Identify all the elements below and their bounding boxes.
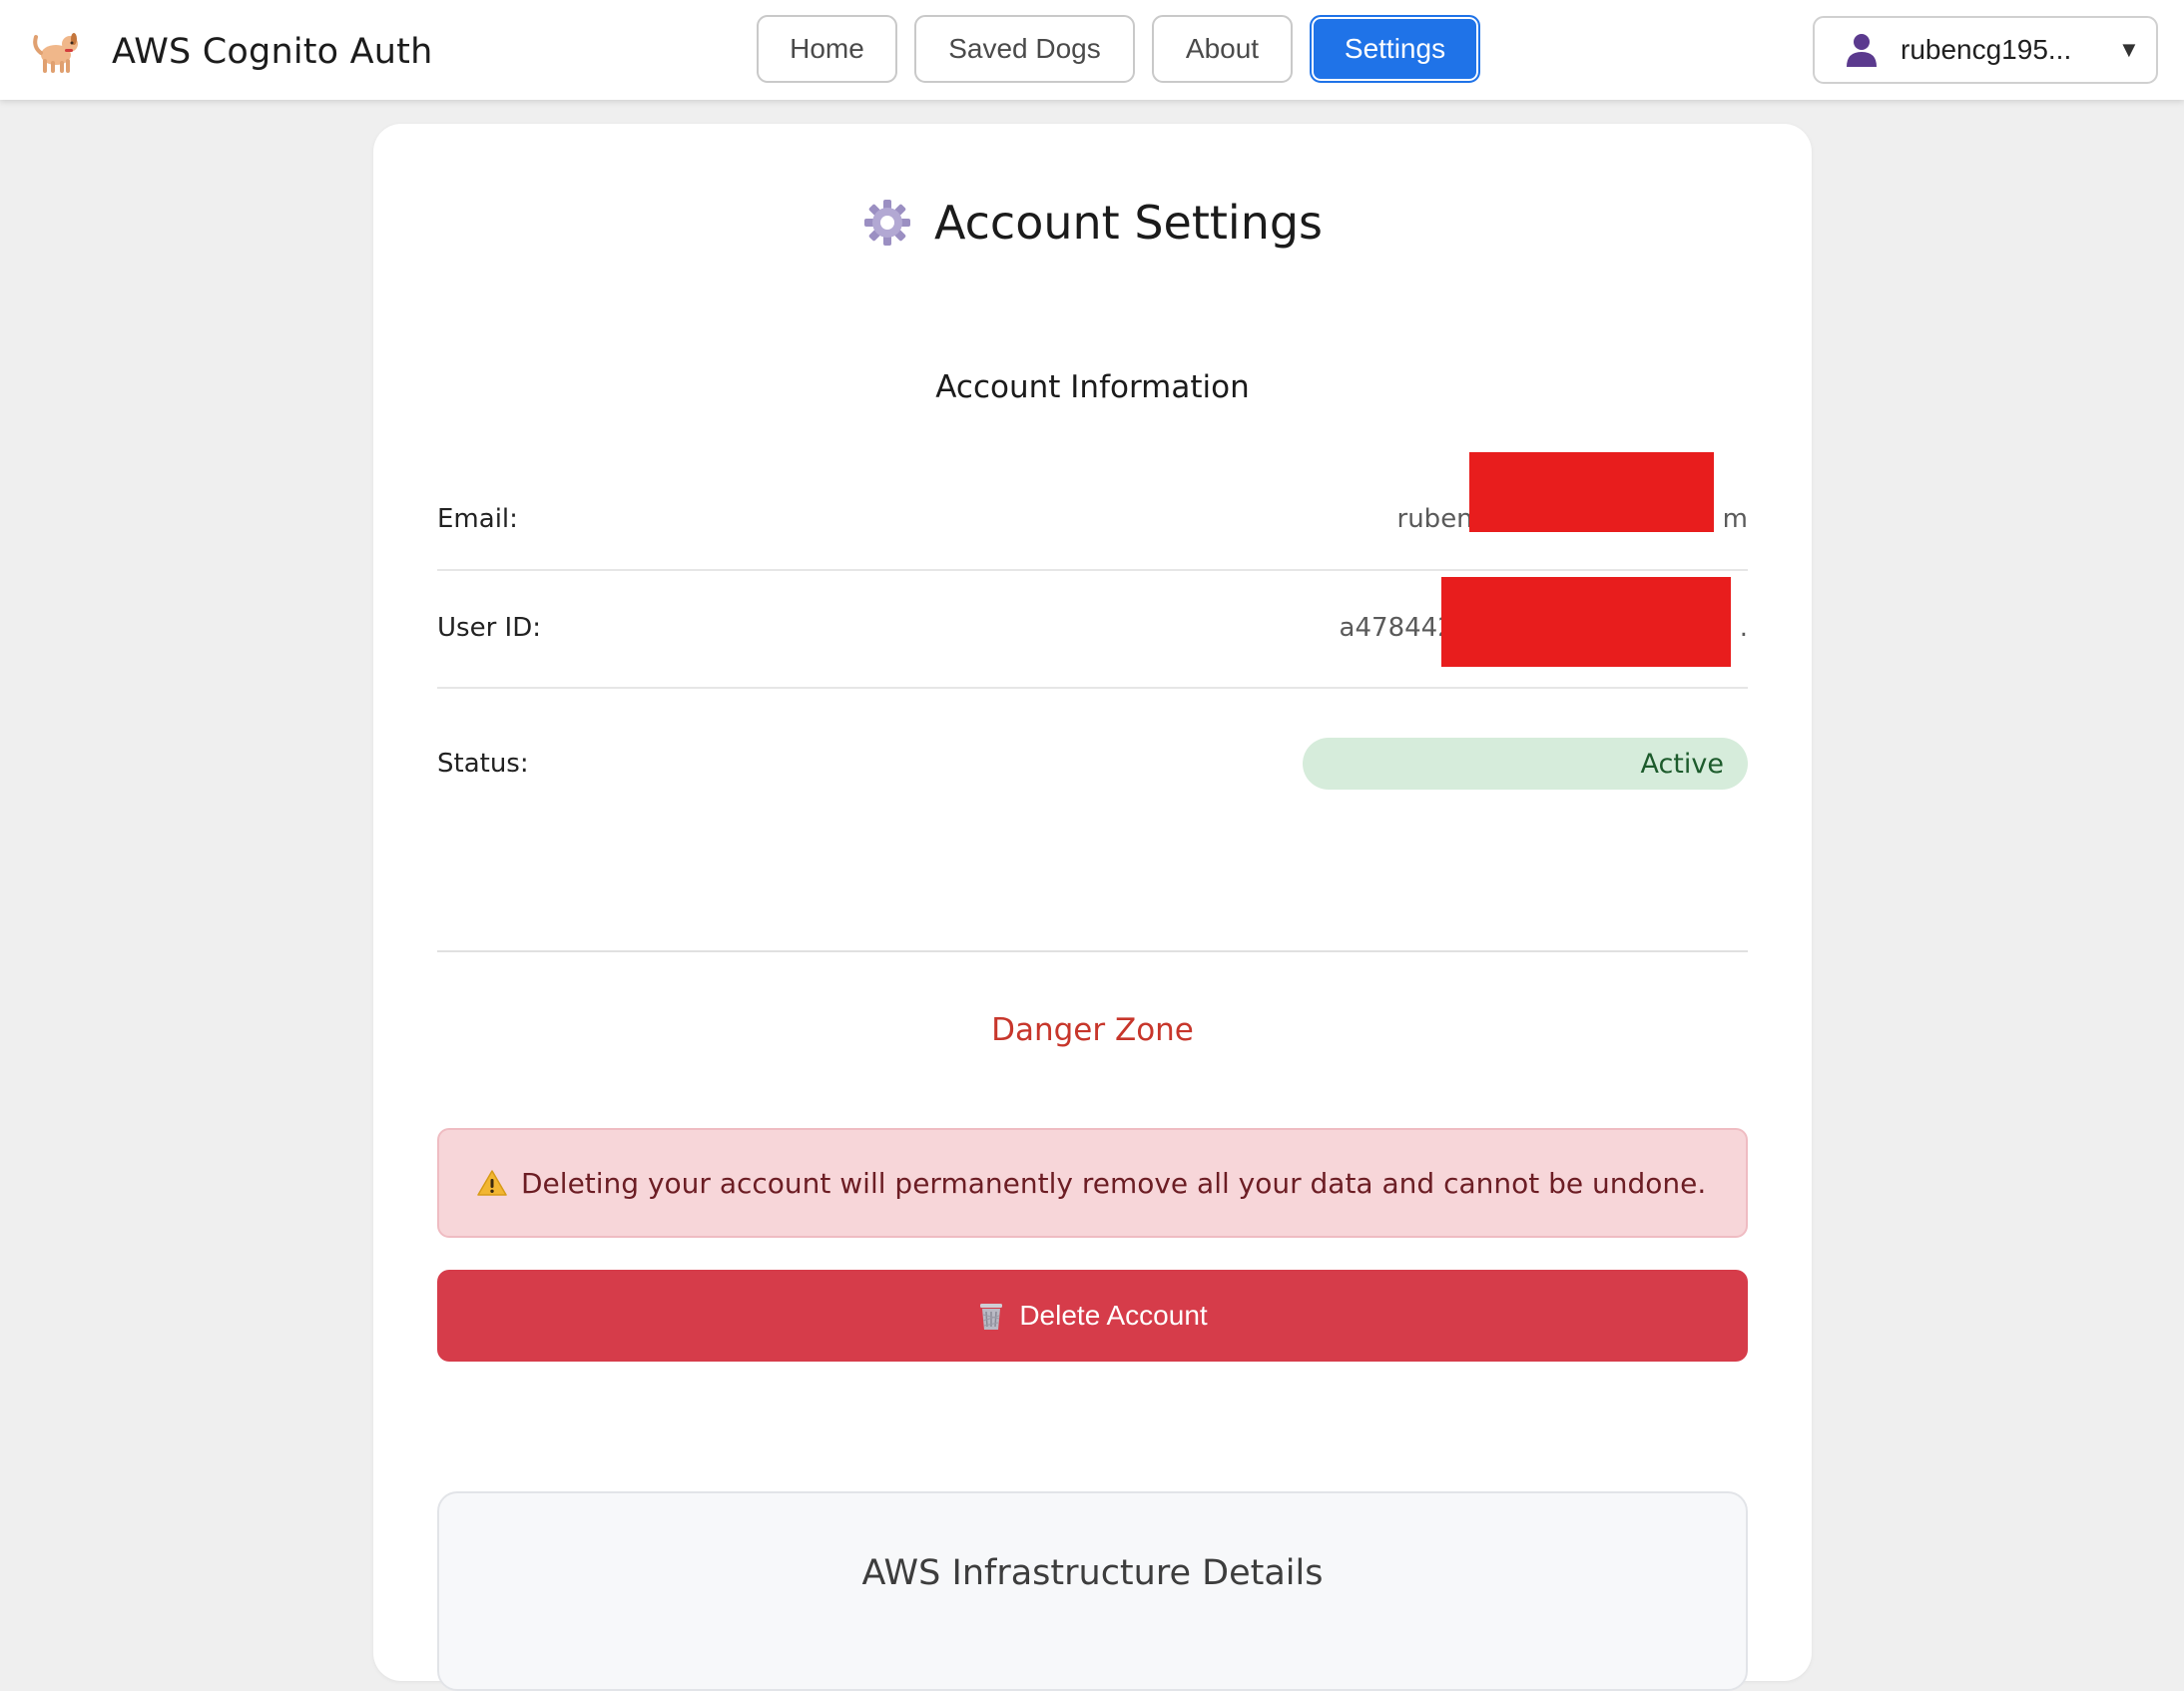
top-navigation-bar: AWS Cognito Auth Home Saved Dogs About S… [0, 0, 2184, 100]
nav-settings-button[interactable]: Settings [1310, 15, 1480, 83]
user-id-value-start: a478442 [1339, 613, 1454, 643]
user-id-row: User ID: a478442. [437, 569, 1748, 689]
nav-saved-dogs-button[interactable]: Saved Dogs [914, 15, 1135, 83]
delete-warning-alert: Deleting your account will permanently r… [437, 1128, 1748, 1238]
delete-account-button[interactable]: Delete Account [437, 1270, 1748, 1362]
email-value-start: ruben [1396, 504, 1473, 534]
account-information-heading: Account Information [935, 369, 1250, 405]
aws-infrastructure-title: AWS Infrastructure Details [861, 1553, 1324, 1593]
brand[interactable]: AWS Cognito Auth [30, 24, 432, 80]
redaction-box [1468, 452, 1714, 532]
page-title: Account Settings [373, 196, 1812, 250]
danger-zone-heading: Danger Zone [991, 1012, 1194, 1048]
status-badge: Active [1303, 738, 1748, 790]
warning-icon [477, 1169, 507, 1197]
user-menu-dropdown[interactable]: rubencg195... ▼ [1813, 16, 2158, 84]
main-nav: Home Saved Dogs About Settings [757, 15, 1480, 83]
user-id-value-end: . [1739, 613, 1748, 643]
section-divider [437, 950, 1748, 952]
redaction-box [1440, 577, 1731, 667]
dog-icon [30, 25, 84, 79]
email-value: ruben m [1396, 452, 1748, 534]
status-label: Status: [437, 749, 529, 779]
chevron-down-icon: ▼ [2118, 37, 2140, 62]
nav-home-button[interactable]: Home [757, 15, 897, 83]
delete-account-label: Delete Account [1019, 1300, 1208, 1331]
email-row: Email: ruben m [437, 452, 1748, 571]
user-silhouette-icon [1845, 32, 1879, 68]
app-title: AWS Cognito Auth [112, 32, 433, 72]
page-title-text: Account Settings [933, 196, 1324, 250]
status-row: Status: Active [437, 701, 1748, 827]
warning-text: Deleting your account will permanently r… [521, 1166, 1707, 1200]
user-id-label: User ID: [437, 613, 541, 643]
email-value-end: m [1722, 504, 1748, 534]
user-id-value: a478442. [1339, 577, 1748, 667]
username: rubencg195... [1901, 34, 2072, 65]
nav-about-button[interactable]: About [1152, 15, 1293, 83]
wastebasket-icon [977, 1301, 1005, 1331]
settings-card: Account Settings Account Information Ema… [373, 124, 1812, 1691]
aws-infrastructure-card: AWS Infrastructure Details [437, 1491, 1748, 1691]
gear-icon [862, 198, 912, 248]
email-label: Email: [437, 504, 518, 534]
